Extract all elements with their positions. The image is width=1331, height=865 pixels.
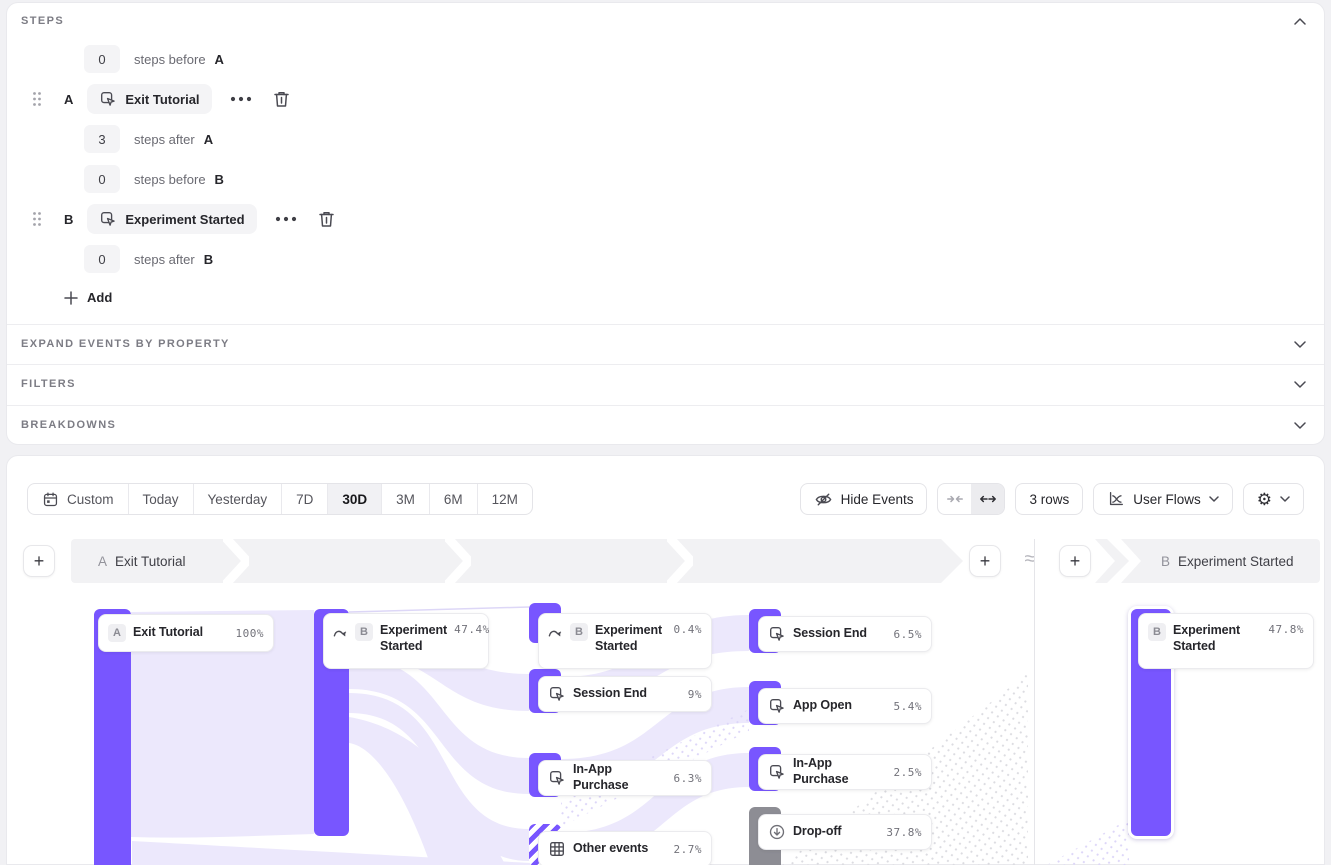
step-badge: B [355,623,373,641]
flow-node-other-events[interactable]: Other events 2.7% [538,831,712,865]
event-click-icon [768,697,786,715]
event-click-icon [768,625,786,643]
add-step-label: Add [87,290,112,305]
flow-node-label: Other events [573,841,648,857]
drop-off-icon [768,823,786,841]
flow-node-experiment-started-target[interactable]: B Experiment Started 47.8% [1138,613,1314,669]
chevron-down-icon [1294,341,1306,348]
steps-before-b-label: steps before [134,172,206,187]
step-b-event-button[interactable]: Experiment Started [87,204,256,234]
step-b-event-label: Experiment Started [125,212,244,227]
event-click-icon [99,210,117,228]
steps-before-a-label: steps before [134,52,206,67]
steps-after-a-row: 3 steps after A [84,125,213,153]
steps-before-b-letter: B [215,172,224,187]
steps-before-a-input[interactable]: 0 [84,45,120,73]
step-a-letter: A [64,92,73,107]
steps-after-a-input[interactable]: 3 [84,125,120,153]
flow-node-drop-off[interactable]: Drop-off 37.8% [758,814,932,850]
flow-node-label: Exit Tutorial [133,625,203,641]
plus-icon [64,291,78,305]
redirect-arrow-icon [548,626,563,640]
steps-before-b-input[interactable]: 0 [84,165,120,193]
flow-node-session-end-2[interactable]: Session End 6.5% [758,616,932,652]
step-badge: A [108,624,126,642]
flow-node-label: Experiment Started [595,623,667,654]
flow-node-label: Experiment Started [1173,623,1259,654]
flow-node-label: App Open [793,698,852,714]
event-click-icon [99,90,117,108]
flow-node-in-app-purchase-2[interactable]: In-App Purchase 2.5% [758,754,932,790]
trash-icon[interactable] [318,210,335,228]
step-a-row: A Exit Tutorial [32,84,290,114]
steps-after-b-input[interactable]: 0 [84,245,120,273]
steps-after-a-letter: A [204,132,213,147]
steps-panel-title: STEPS [21,15,64,27]
flow-node-exit-tutorial[interactable]: A Exit Tutorial 100% [98,614,274,652]
flow-node-label: In-App Purchase [573,762,667,793]
chevron-up-icon[interactable] [1294,18,1306,25]
steps-after-b-label: steps after [134,252,195,267]
steps-after-b-letter: B [204,252,213,267]
drag-handle-icon[interactable] [32,211,42,227]
more-options-icon[interactable] [275,216,297,222]
step-b-row: B Experiment Started [32,204,335,234]
drag-handle-icon[interactable] [32,91,42,107]
flow-node-value: 37.8% [886,826,922,839]
flow-node-label: Drop-off [793,824,842,840]
section-expand-events-label: EXPAND EVENTS BY PROPERTY [21,338,230,350]
more-options-icon[interactable] [230,96,252,102]
trash-icon[interactable] [273,90,290,108]
event-click-icon [548,769,566,787]
flow-node-value: 47.8% [1268,623,1304,636]
flow-node-label: In-App Purchase [793,756,887,787]
event-click-icon [548,685,566,703]
step-badge: B [570,623,588,641]
flow-node-value: 0.4% [674,623,703,636]
flow-node-value: 47.4% [454,623,490,636]
steps-after-b-row: 0 steps after B [84,245,213,273]
flow-node-value: 6.5% [894,628,923,641]
steps-before-b-row: 0 steps before B [84,165,224,193]
flows-report-card: Custom Today Yesterday 7D 30D 3M 6M 12M … [6,455,1325,865]
step-a-event-label: Exit Tutorial [125,92,199,107]
grid-icon [548,840,566,858]
flow-node-in-app-purchase[interactable]: In-App Purchase 6.3% [538,760,712,796]
chevron-down-icon [1294,422,1306,429]
section-breakdowns[interactable]: BREAKDOWNS [7,405,1324,445]
steps-after-a-label: steps after [134,132,195,147]
steps-before-a-row: 0 steps before A [84,45,224,73]
flow-node-label: Experiment Started [380,623,447,654]
steps-panel: STEPS 0 steps before A A Exit Tutorial 3… [6,2,1325,445]
flow-node-value: 6.3% [674,772,703,785]
flow-node-label: Session End [573,686,647,702]
section-breakdowns-label: BREAKDOWNS [21,419,116,431]
flow-node-value: 9% [688,688,702,701]
flow-node-label: Session End [793,626,867,642]
section-filters[interactable]: FILTERS [7,364,1324,404]
steps-before-a-letter: A [215,52,224,67]
section-filters-label: FILTERS [21,378,76,390]
flow-node-experiment-started-small[interactable]: B Experiment Started 0.4% [538,613,712,669]
step-b-letter: B [64,212,73,227]
flow-node-value: 2.5% [894,766,923,779]
user-flows-page: STEPS 0 steps before A A Exit Tutorial 3… [0,0,1331,865]
flow-node-session-end[interactable]: Session End 9% [538,676,712,712]
redirect-arrow-icon [333,626,348,640]
step-badge: B [1148,623,1166,641]
step-a-event-button[interactable]: Exit Tutorial [87,84,211,114]
event-click-icon [768,763,786,781]
flow-node-experiment-started[interactable]: B Experiment Started 47.4% [323,613,489,669]
flow-node-value: 2.7% [674,843,703,856]
flow-node-value: 5.4% [894,700,923,713]
section-expand-events[interactable]: EXPAND EVENTS BY PROPERTY [7,324,1324,364]
flow-node-value: 100% [236,627,265,640]
add-step-button[interactable]: Add [64,290,112,305]
chevron-down-icon [1294,381,1306,388]
flow-node-app-open[interactable]: App Open 5.4% [758,688,932,724]
